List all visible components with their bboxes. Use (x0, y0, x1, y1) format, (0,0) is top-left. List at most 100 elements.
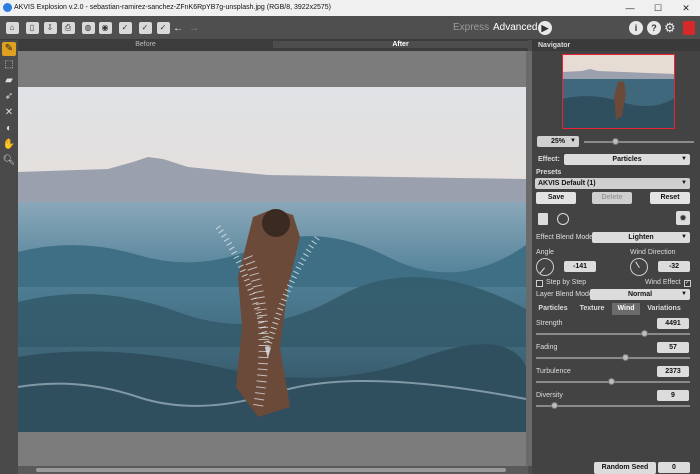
param-label: Turbulence (536, 368, 571, 375)
scroll-thumb[interactable] (36, 468, 506, 472)
lasso-tool-icon[interactable]: ⬚ (2, 58, 16, 72)
share-icon: ✓ (156, 22, 170, 34)
effect-blend-label: Effect Blend Mode (536, 234, 594, 241)
wind-direction-label: Wind Direction (630, 249, 676, 256)
open-file-button[interactable]: ▯ (24, 20, 40, 36)
random-seed-button[interactable]: Random Seed (594, 462, 656, 474)
param-slider-knob[interactable] (621, 354, 629, 361)
param-slider-track[interactable] (536, 405, 690, 407)
brush-tool-icon[interactable]: ✎ (2, 42, 16, 56)
close-button[interactable]: ✕ (676, 2, 696, 14)
settings-panel: Navigator 25% ▼ Effect: Particles ▼ Preset… (532, 40, 700, 474)
open-file-icon: ▯ (25, 22, 39, 34)
express-mode-button[interactable]: Express (453, 22, 489, 33)
save-file-icon: ⇩ (43, 22, 57, 34)
background-brush-icon[interactable]: ◐ (2, 122, 16, 136)
play-button[interactable]: ▶ (538, 21, 552, 35)
chevron-down-icon: ▼ (570, 138, 576, 144)
undo-icon: ← (173, 22, 183, 34)
param-row: Strength 4491 (532, 316, 700, 338)
param-row: Diversity 9 (532, 388, 700, 410)
chevron-down-icon: ▼ (681, 180, 687, 186)
param-label: Fading (536, 344, 558, 351)
angle-value-field[interactable]: -141 (564, 261, 596, 272)
help-icon[interactable]: ? (647, 21, 661, 35)
tab-variations[interactable]: Variations (642, 303, 686, 315)
advanced-mode-button[interactable]: Advanced (493, 22, 537, 33)
crop-tool-icon[interactable]: ✕ (2, 106, 16, 120)
wind-effect-checkbox[interactable]: ✓ (684, 280, 691, 287)
hand-tool-icon[interactable]: ✋ (2, 138, 16, 152)
layer-blend-dropdown[interactable]: Normal ▼ (590, 289, 690, 300)
param-slider-track[interactable] (536, 357, 690, 359)
param-slider-track[interactable] (536, 333, 690, 335)
random-seed-field[interactable]: 0 (658, 462, 690, 473)
zoom-tool-icon[interactable]: 🔍︎ (2, 154, 16, 168)
direction-tool-icon[interactable]: ➶ (2, 90, 16, 104)
before-after-bar: Before After (18, 40, 528, 51)
run-icon: ✓ (118, 22, 132, 34)
batch-icon: ◍ (81, 22, 95, 34)
effect-blend-value: Lighten (628, 234, 654, 241)
redo-button[interactable]: → (186, 20, 202, 36)
param-slider-knob[interactable] (551, 402, 558, 409)
home-button[interactable]: ⌂ (4, 20, 20, 36)
info-icon[interactable]: i (629, 21, 643, 35)
effect-value: Particles (612, 156, 642, 163)
chevron-down-icon: ▼ (681, 291, 687, 297)
param-value-field[interactable]: 4491 (657, 318, 689, 329)
background-button[interactable]: ◉ (97, 20, 113, 36)
tab-after[interactable]: After (273, 41, 528, 48)
run-button[interactable]: ✓ (117, 20, 133, 36)
share-button[interactable]: ✓ (155, 20, 171, 36)
settings-gear-icon[interactable]: ⚙ (664, 20, 676, 36)
print-icon: ⎙ (61, 22, 75, 34)
presets-dropdown[interactable]: AKVIS Default (1) ▼ (535, 178, 690, 189)
param-row: Fading 57 (532, 340, 700, 362)
undo-button[interactable]: ← (170, 20, 186, 36)
presets-label: Presets (536, 169, 562, 176)
print-button[interactable]: ⎙ (60, 20, 76, 36)
effect-dropdown[interactable]: Particles ▼ (564, 154, 690, 165)
navigator-thumbnail[interactable] (562, 54, 675, 129)
chevron-down-icon: ▼ (681, 234, 687, 240)
save-preset-button[interactable]: Save (536, 192, 576, 204)
delete-preset-button[interactable]: Delete (592, 192, 632, 204)
zoom-dropdown[interactable]: 25% ▼ (537, 136, 579, 147)
angle-dial[interactable] (536, 258, 554, 276)
batch-button[interactable]: ◍ (80, 20, 96, 36)
param-slider-knob[interactable] (641, 330, 648, 337)
maximize-button[interactable]: ☐ (648, 2, 668, 14)
param-value-field[interactable]: 57 (657, 342, 689, 353)
step-by-step-checkbox[interactable] (536, 280, 543, 287)
wind-direction-field[interactable]: -32 (658, 261, 690, 272)
param-slider-knob[interactable] (608, 378, 615, 385)
tab-texture[interactable]: Texture (574, 303, 610, 315)
hatch-icon[interactable] (557, 213, 569, 225)
akvis-logo-icon[interactable] (683, 21, 695, 35)
eraser-tool-icon[interactable]: ▰ (2, 74, 16, 88)
main-toolbar: ⌂ ▯ ⇩ ⎙ ◍ ◉ ✓ ✓ ✓ ← → Express Advanced ▶… (0, 16, 700, 40)
wind-effect-label: Wind Effect (645, 279, 681, 286)
reset-preset-button[interactable]: Reset (650, 192, 690, 204)
zoom-slider-knob[interactable] (612, 138, 619, 145)
save-file-button[interactable]: ⇩ (42, 20, 58, 36)
document-icon[interactable] (538, 213, 548, 225)
horizontal-scrollbar[interactable] (18, 466, 528, 474)
param-value-field[interactable]: 9 (657, 390, 689, 401)
wind-direction-dial[interactable] (630, 258, 648, 276)
minimize-button[interactable]: — (620, 2, 640, 14)
photo-image[interactable] (18, 87, 526, 432)
tab-particles[interactable]: Particles (534, 303, 572, 315)
navigator-header: Navigator (532, 40, 700, 51)
tab-wind[interactable]: Wind (612, 303, 640, 315)
zoom-slider-track[interactable] (584, 141, 694, 143)
effect-blend-dropdown[interactable]: Lighten ▼ (592, 232, 690, 243)
param-value-field[interactable]: 2373 (657, 366, 689, 377)
tab-before[interactable]: Before (18, 41, 273, 48)
background-icon: ◉ (98, 22, 112, 34)
background-preview-icon[interactable]: ✹ (676, 211, 690, 225)
navigator-title: Navigator (538, 42, 571, 49)
params-list: Strength 4491 Fading 57 Turbulence 2373 Divers… (532, 316, 700, 416)
apply-button[interactable]: ✓ (137, 20, 153, 36)
